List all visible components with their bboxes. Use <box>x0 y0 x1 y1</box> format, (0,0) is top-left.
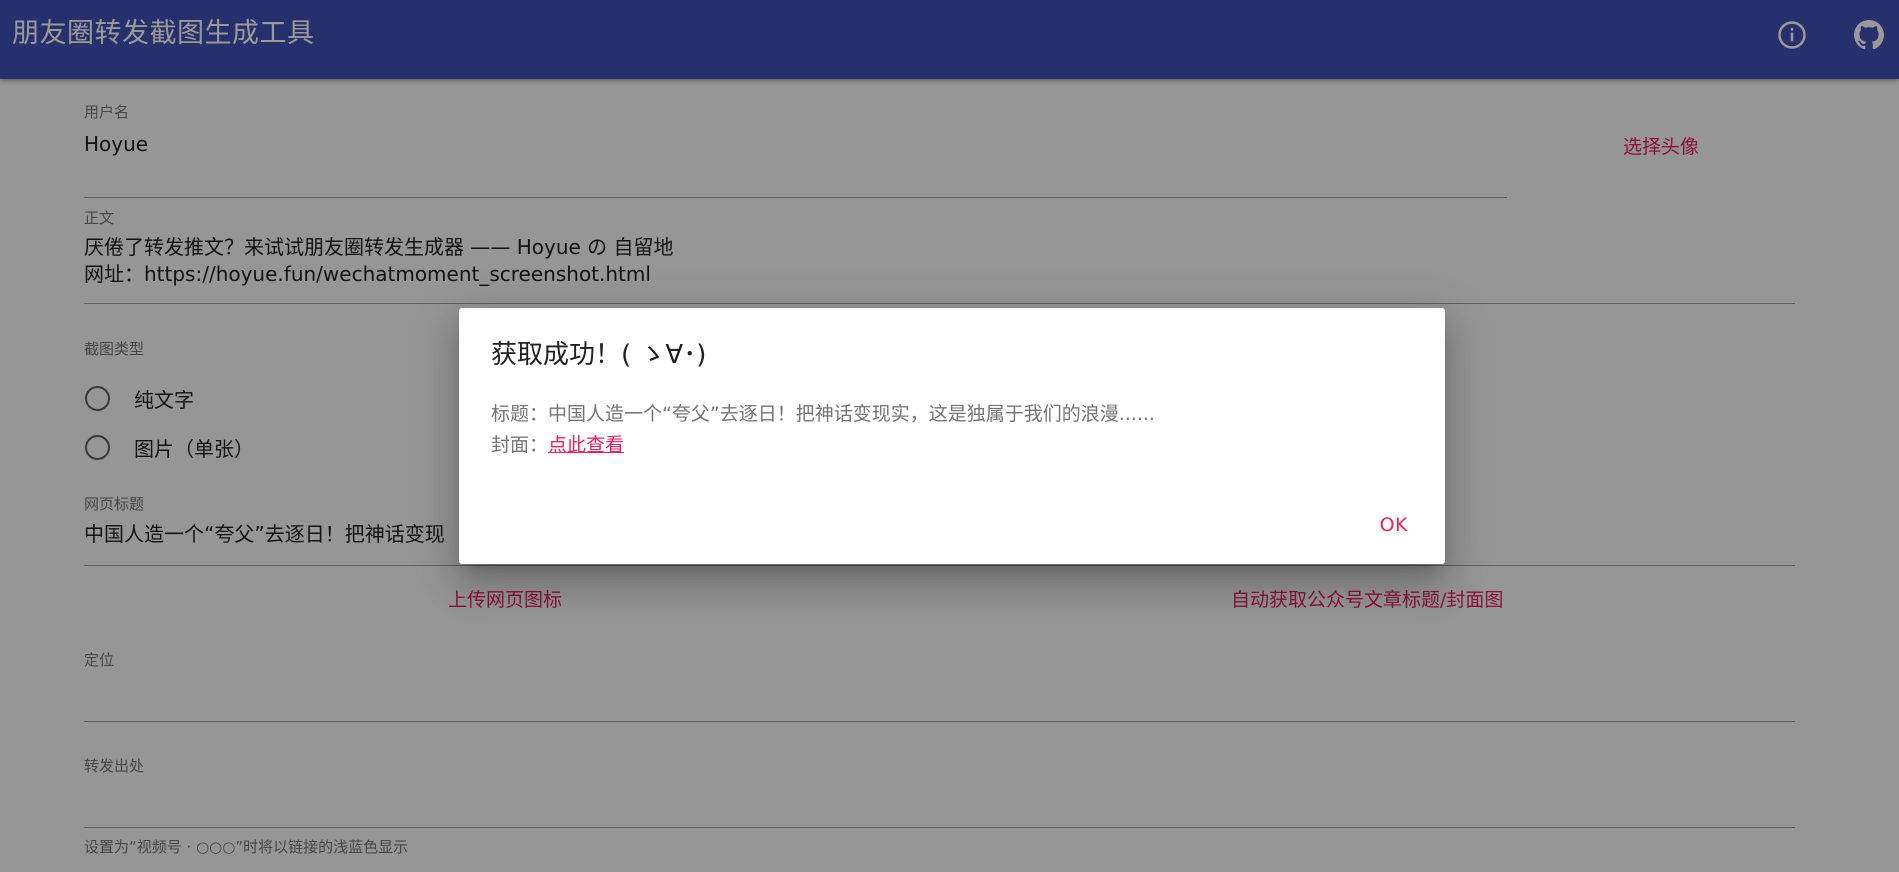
dialog-title-line: 标题：中国人造一个“夸父”去逐日！把神话变现实，这是独属于我们的浪漫...... <box>491 401 1155 427</box>
app-root: 朋友圈转发截图生成工具 用户名 Hoyue 选择头像 正文 厌倦了转发推文？来试… <box>0 0 1899 872</box>
dialog-title: 获取成功！( ゝ∀･) <box>491 340 707 370</box>
dialog-cover-line: 封面：点此查看 <box>491 432 624 458</box>
dialog-title-label: 标题： <box>491 403 549 425</box>
dialog-cover-label: 封面： <box>491 434 549 456</box>
success-dialog: 获取成功！( ゝ∀･) 标题：中国人造一个“夸父”去逐日！把神话变现实，这是独属… <box>459 308 1445 564</box>
ok-button[interactable]: OK <box>1380 513 1408 537</box>
view-cover-link[interactable]: 点此查看 <box>548 434 624 456</box>
dialog-title-value: 中国人造一个“夸父”去逐日！把神话变现实，这是独属于我们的浪漫...... <box>548 403 1155 425</box>
